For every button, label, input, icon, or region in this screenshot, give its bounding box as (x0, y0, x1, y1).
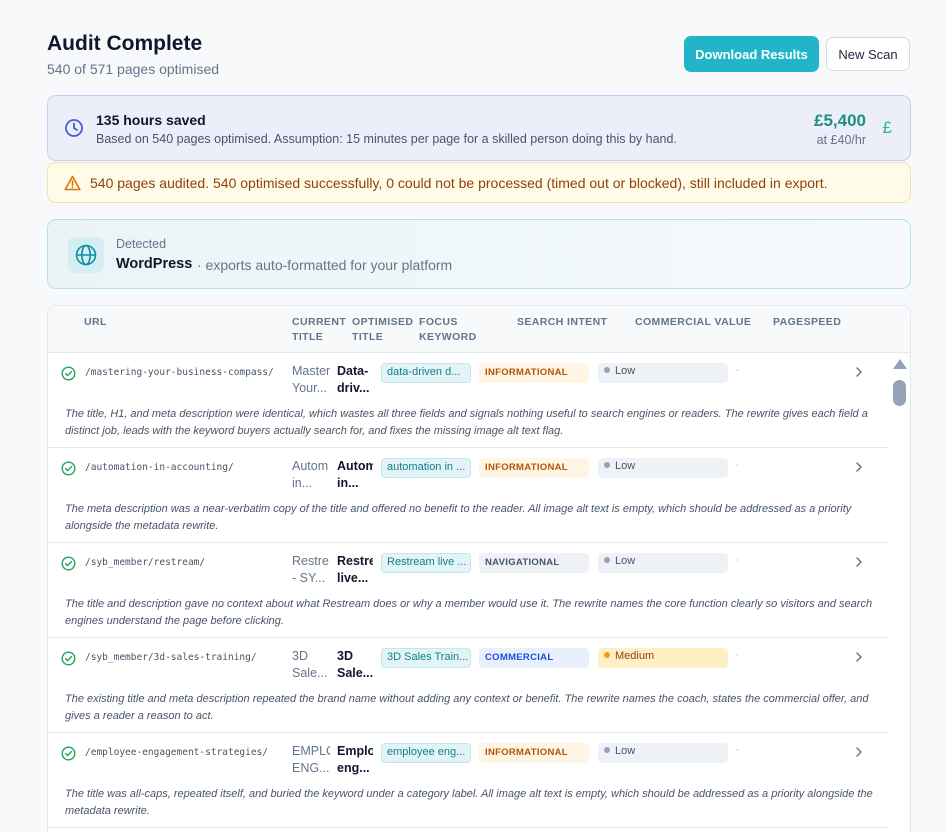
row-commercial-value-badge: Low (598, 743, 728, 763)
row-search-intent-badge: COMMERCIAL (479, 648, 589, 668)
column-header-current-title: CURRENT TITLE (292, 316, 347, 343)
column-header-commercial-value: COMMERCIAL VALUE (635, 316, 752, 328)
row-url[interactable]: /automation-in-accounting/ (85, 462, 234, 473)
success-check-icon (61, 651, 76, 671)
value-dot-icon (604, 462, 610, 468)
row-focus-keyword: automation in ... (381, 458, 471, 478)
row-optimised-title: Autom in... (337, 459, 373, 490)
column-header-focus-keyword: FOCUS KEYWORD (419, 316, 477, 343)
chevron-right-icon[interactable] (854, 650, 864, 668)
row-pagespeed: - (735, 742, 739, 756)
row-optimised-title: Restre live... (337, 554, 373, 585)
warning-text: 540 pages audited. 540 optimised success… (90, 175, 828, 191)
table-row[interactable]: /mastering-your-business-compass/Master Y… (48, 353, 888, 448)
warning-triangle-icon (64, 175, 81, 196)
chevron-right-icon[interactable] (854, 745, 864, 763)
row-focus-keyword: employee eng... (381, 743, 471, 763)
new-scan-button[interactable]: New Scan (826, 37, 910, 71)
savings-amount: £5,400 (814, 111, 866, 130)
table-row[interactable]: /employee-engagement-strategies/EMPLCENG… (48, 733, 888, 828)
scrollbar-thumb[interactable] (893, 380, 906, 406)
page-title: Audit Complete (47, 32, 203, 55)
column-header-optimised-title: OPTIMISED TITLE (352, 316, 414, 343)
pound-icon: £ (882, 118, 892, 137)
column-header-url: URL (84, 316, 107, 328)
results-table: URL CURRENT TITLE OPTIMISED TITLE FOCUS KEY… (47, 305, 911, 832)
table-scrollbar[interactable] (888, 353, 910, 832)
scroll-up-arrow-icon[interactable] (893, 359, 907, 369)
download-results-button[interactable]: Download Results (684, 36, 819, 72)
row-search-intent-badge: INFORMATIONAL (479, 363, 589, 383)
row-rewrite-note: The title was all-caps, repeated itself,… (65, 788, 873, 817)
table-row[interactable]: /syb_member/restream/Restre - SY... Restre… (48, 543, 888, 638)
row-optimised-title: Data-driv... (337, 364, 370, 395)
row-url[interactable]: /employee-engagement-strategies/ (85, 747, 268, 758)
detected-label: Detected (116, 237, 167, 251)
row-current-title: Restre - SY... (292, 554, 329, 585)
row-current-title: Master Your... (292, 364, 330, 395)
chevron-right-icon[interactable] (854, 555, 864, 573)
hours-saved-detail: Based on 540 pages optimised. Assumption… (96, 132, 677, 146)
table-row[interactable]: /syb_member/3d-sales-training/3D Sale... 3… (48, 638, 888, 733)
row-search-intent-badge: NAVIGATIONAL (479, 553, 589, 573)
row-optimised-title: Emplo eng... (337, 744, 373, 775)
row-pagespeed: - (735, 647, 739, 661)
audit-warning-banner: 540 pages audited. 540 optimised success… (47, 162, 911, 203)
page-subtitle: 540 of 571 pages optimised (47, 61, 220, 77)
row-pagespeed: - (735, 362, 739, 376)
row-focus-keyword: 3D Sales Train... (381, 648, 471, 668)
table-row[interactable]: /automation-in-accounting/Autom in... Auto… (48, 448, 888, 543)
page-header: Audit Complete 540 of 571 pages optimise… (47, 30, 910, 80)
success-check-icon (61, 366, 76, 386)
row-focus-keyword: data-driven d... (381, 363, 471, 383)
value-dot-icon (604, 652, 610, 658)
row-current-title: 3D Sale... (292, 649, 328, 680)
globe-icon (68, 237, 104, 273)
row-rewrite-note: The title, H1, and meta description were… (65, 408, 868, 437)
row-rewrite-note: The existing title and meta description … (65, 693, 869, 722)
row-search-intent-badge: INFORMATIONAL (479, 743, 589, 763)
audit-page: Audit Complete 540 of 571 pages optimise… (0, 0, 946, 832)
time-saved-banner: 135 hours saved Based on 540 pages optim… (47, 95, 911, 161)
row-pagespeed: - (735, 552, 739, 566)
hours-saved-heading: 135 hours saved (96, 112, 206, 128)
row-current-title: Autom in... (292, 459, 329, 490)
row-rewrite-note: The title and description gave no contex… (65, 598, 873, 627)
savings-rate: at £40/hr (816, 133, 866, 147)
value-dot-icon (604, 557, 610, 563)
platform-name: WordPress (116, 256, 193, 272)
row-search-intent-badge: INFORMATIONAL (479, 458, 589, 478)
table-header: URL CURRENT TITLE OPTIMISED TITLE FOCUS KEY… (48, 306, 910, 353)
row-pagespeed: - (735, 457, 739, 471)
row-commercial-value-badge: Low (598, 363, 728, 383)
row-commercial-value-badge: Medium (598, 648, 728, 668)
chevron-right-icon[interactable] (854, 365, 864, 383)
row-rewrite-note: The meta description was a near-verbatim… (65, 503, 852, 532)
chevron-right-icon[interactable] (854, 460, 864, 478)
platform-suffix: · exports auto-formatted for your platfo… (197, 257, 453, 273)
row-optimised-title: 3D Sale... (337, 649, 373, 680)
clock-icon (64, 118, 84, 143)
row-url[interactable]: /mastering-your-business-compass/ (85, 367, 274, 378)
column-header-search-intent: SEARCH INTENT (517, 316, 608, 328)
column-header-pagespeed: PAGESPEED (773, 316, 842, 328)
row-commercial-value-badge: Low (598, 458, 728, 478)
row-focus-keyword: Restream live ... (381, 553, 471, 573)
row-current-title: EMPLCENG... (292, 744, 330, 775)
success-check-icon (61, 556, 76, 576)
platform-detected-card: Detected WordPress · exports auto-format… (47, 219, 911, 289)
row-url[interactable]: /syb_member/restream/ (85, 557, 205, 568)
row-commercial-value-badge: Low (598, 553, 728, 573)
row-url[interactable]: /syb_member/3d-sales-training/ (85, 652, 257, 663)
success-check-icon (61, 461, 76, 481)
success-check-icon (61, 746, 76, 766)
value-dot-icon (604, 367, 610, 373)
value-dot-icon (604, 747, 610, 753)
